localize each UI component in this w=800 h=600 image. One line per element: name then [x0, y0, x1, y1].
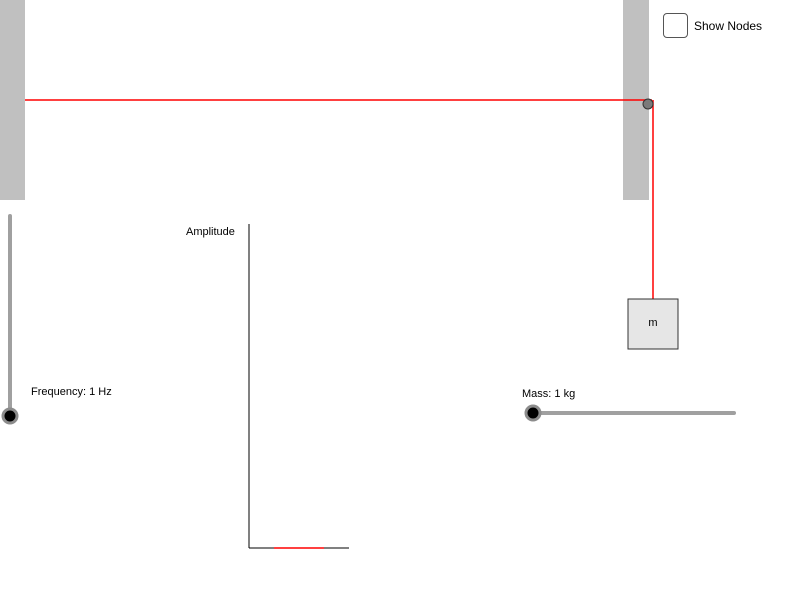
simulation-canvas: m: [0, 0, 736, 549]
frequency-slider-knob[interactable]: [1, 407, 19, 425]
show-nodes-label: Show Nodes: [694, 19, 763, 33]
amplitude-axis-label: Amplitude: [186, 226, 235, 238]
frequency-slider[interactable]: [1, 214, 19, 425]
mass-block[interactable]: m: [627, 298, 679, 350]
pulley: [642, 98, 654, 110]
mass-block-label: m: [648, 317, 657, 329]
amplitude-chart: [248, 224, 349, 549]
left-wall: [0, 0, 25, 200]
mass-slider-knob[interactable]: [524, 404, 542, 422]
mass-slider[interactable]: [524, 404, 736, 422]
simulation-stage: m Show Nodes Amplitude Frequency: 1 Hz M…: [0, 0, 800, 600]
mass-slider-label: Mass: 1 kg: [522, 388, 576, 400]
frequency-slider-label: Frequency: 1 Hz: [31, 386, 112, 398]
show-nodes-checkbox[interactable]: [663, 13, 688, 38]
